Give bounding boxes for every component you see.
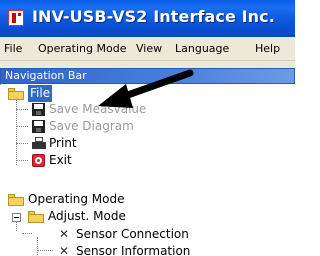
menu-view[interactable]: View: [136, 42, 162, 55]
folder-open-icon: [8, 88, 24, 100]
tree-item-adjust-mode-label: Adjust. Mode: [48, 209, 126, 223]
navigation-bar-title: Navigation Bar: [5, 69, 87, 82]
navigation-tree: File Save Measvalue Save Diagram Print E…: [0, 85, 295, 256]
tree-item-save-measvalue-label: Save Measvalue: [49, 102, 147, 116]
printer-icon: [32, 137, 46, 150]
title-bar[interactable]: INV-USB-VS2 Interface Inc.: [0, 0, 295, 37]
tree-item-sensor-information-label: Sensor Information: [76, 244, 191, 256]
folder-open-icon: [8, 194, 24, 206]
tree-item-sensor-connection-label: Sensor Connection: [76, 227, 189, 241]
tree-item-print-label: Print: [49, 136, 77, 150]
tree-item-save-diagram-label: Save Diagram: [49, 119, 134, 133]
sensor-plug-icon: ✕: [58, 227, 70, 241]
collapse-toggle-adjust-mode[interactable]: [12, 213, 21, 222]
app-window: INV-USB-VS2 Interface Inc. File Operatin…: [0, 0, 295, 256]
menu-help[interactable]: Help: [255, 42, 280, 55]
exit-power-icon: [32, 154, 45, 167]
menu-bar: File Operating Mode View Language Help: [0, 37, 295, 61]
window-title: INV-USB-VS2 Interface Inc.: [32, 7, 275, 26]
disk-icon: [32, 103, 45, 116]
menu-file[interactable]: File: [4, 42, 22, 55]
tree-item-exit-label: Exit: [49, 153, 72, 167]
sensor-plug-icon: ✕: [58, 244, 70, 256]
tree-item-file-label: File: [28, 85, 53, 102]
disk-icon: [32, 120, 45, 133]
menu-operating-mode[interactable]: Operating Mode: [38, 42, 126, 55]
menu-language[interactable]: Language: [175, 42, 229, 55]
folder-open-icon: [28, 211, 44, 223]
tree-item-operating-mode-label: Operating Mode: [28, 192, 125, 206]
navigation-bar-header: Navigation Bar: [0, 68, 295, 84]
app-logo-icon: [8, 10, 24, 26]
